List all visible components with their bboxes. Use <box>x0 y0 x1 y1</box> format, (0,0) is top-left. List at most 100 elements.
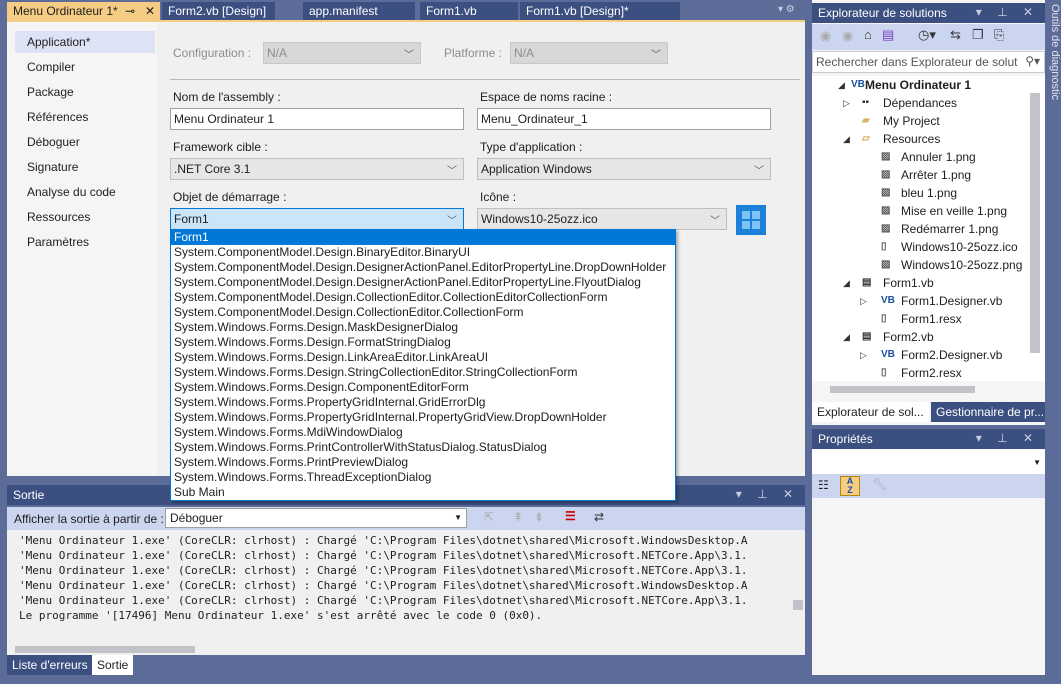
collapse-icon[interactable]: ◢ <box>838 76 845 94</box>
find-message-icon[interactable]: ⇱ <box>484 510 494 524</box>
tab-form1-design[interactable]: Form1.vb [Design]* <box>520 2 680 20</box>
tree-item[interactable]: ▨ Redémarrer 1.png <box>812 220 1027 238</box>
tree-item[interactable]: ◢ VB Menu Ordinateur 1 <box>812 76 1027 94</box>
tree-scrollbar[interactable] <box>1030 93 1040 353</box>
tree-item[interactable]: ▷ ▪▪ Dépendances <box>812 94 1027 112</box>
tree-item[interactable]: ▯ Form1.resx <box>812 310 1027 328</box>
collapse-icon[interactable]: ◢ <box>843 274 850 292</box>
nav-package[interactable]: Package <box>15 81 155 103</box>
tree-item[interactable]: ▨ Mise en veille 1.png <box>812 202 1027 220</box>
horizontal-scrollbar[interactable] <box>15 646 195 653</box>
startup-option[interactable]: System.ComponentModel.Design.DesignerAct… <box>171 275 675 290</box>
assembly-name-input[interactable]: Menu Ordinateur 1 <box>170 108 464 130</box>
pending-changes-icon[interactable]: ◷▾ <box>918 27 936 43</box>
nav-debug[interactable]: Déboguer <box>15 131 155 153</box>
property-pages-icon[interactable]: 🔧︎ <box>872 477 887 491</box>
startup-option[interactable]: System.Windows.Forms.PropertyGridInterna… <box>171 410 675 425</box>
tab-output[interactable]: Sortie <box>92 655 134 675</box>
startup-option[interactable]: System.ComponentModel.Design.BinaryEdito… <box>171 245 675 260</box>
nav-references[interactable]: Références <box>15 106 155 128</box>
back-icon[interactable]: ◉ <box>820 28 831 44</box>
startup-option[interactable]: Form1 <box>171 230 675 245</box>
vertical-scrollbar[interactable] <box>791 530 805 640</box>
panel-window-icons[interactable]: ▾ ⊥ ✕ <box>976 5 1039 19</box>
collapse-icon[interactable]: ◢ <box>843 130 850 148</box>
pin-icon[interactable]: ⊸ <box>125 4 135 18</box>
previous-message-icon[interactable]: ⇞ <box>513 510 523 524</box>
panel-window-icons[interactable]: ▾ ⊥ ✕ <box>736 487 799 501</box>
expand-icon[interactable]: ▷ <box>843 94 850 112</box>
tree-item[interactable]: ▯ Form2.resx <box>812 364 1027 382</box>
startup-option[interactable]: System.Windows.Forms.Design.LinkAreaEdit… <box>171 350 675 365</box>
home-icon[interactable]: ⌂ <box>864 27 872 42</box>
startup-option[interactable]: System.Windows.Forms.Design.StringCollec… <box>171 365 675 380</box>
startup-option[interactable]: System.Windows.Forms.Design.FormatString… <box>171 335 675 350</box>
close-icon[interactable]: ✕ <box>145 4 155 18</box>
startup-option[interactable]: System.Windows.Forms.PropertyGridInterna… <box>171 395 675 410</box>
diagnostic-tools-tab[interactable]: Outils de diagnostic <box>1047 4 1061 124</box>
tree-item-label: Resources <box>883 132 941 146</box>
tree-item[interactable]: ▷ VB Form2.Designer.vb <box>812 346 1027 364</box>
startup-object-select[interactable]: Form1 ﹀ <box>170 208 464 230</box>
tree-item[interactable]: ▷ VB Form1.Designer.vb <box>812 292 1027 310</box>
startup-option[interactable]: System.Windows.Forms.Design.ComponentEdi… <box>171 380 675 395</box>
collapse-icon[interactable]: ◢ <box>843 328 850 346</box>
output-source-select[interactable]: Déboguer ▼ <box>165 508 467 528</box>
icon-select[interactable]: Windows10-25ozz.ico ﹀ <box>477 208 727 230</box>
forward-icon[interactable]: ◉ <box>842 28 853 44</box>
tree-item[interactable]: ▨ Windows10-25ozz.png <box>812 256 1027 274</box>
nav-settings[interactable]: Paramètres <box>15 231 155 253</box>
object-select[interactable]: ▼ <box>812 450 1045 474</box>
framework-select[interactable]: .NET Core 3.1 ﹀ <box>170 158 464 180</box>
collapse-all-icon[interactable]: ❐ <box>972 27 984 43</box>
startup-option[interactable]: Sub Main <box>171 485 675 500</box>
tree-item[interactable]: ◢ ▱ Resources <box>812 130 1027 148</box>
tree-item[interactable]: ◢ ▤ Form2.vb <box>812 328 1027 346</box>
show-all-files-icon[interactable]: ⎘ <box>994 27 1004 43</box>
application-type-select[interactable]: Application Windows ﹀ <box>477 158 771 180</box>
startup-option[interactable]: System.ComponentModel.Design.DesignerAct… <box>171 260 675 275</box>
expand-icon[interactable]: ▷ <box>860 346 867 364</box>
startup-option[interactable]: System.ComponentModel.Design.CollectionE… <box>171 305 675 320</box>
tree-item[interactable]: ▰ My Project <box>812 112 1027 130</box>
tree-item[interactable]: ▨ bleu 1.png <box>812 184 1027 202</box>
startup-option[interactable]: System.Windows.Forms.Design.MaskDesigner… <box>171 320 675 335</box>
alphabetical-icon[interactable]: AZ <box>840 476 860 496</box>
tree-item[interactable]: ▨ Annuler 1.png <box>812 148 1027 166</box>
clear-all-icon[interactable]: ☰ <box>565 509 576 523</box>
word-wrap-icon[interactable]: ⇄ <box>594 510 604 524</box>
tab-form2-design[interactable]: Form2.vb [Design] <box>162 2 275 20</box>
tab-overflow-icon[interactable]: ▾ ⚙ <box>778 4 795 15</box>
tab-app-manifest[interactable]: app.manifest <box>303 2 415 20</box>
nav-application[interactable]: Application* <box>15 31 155 53</box>
startup-option[interactable]: System.Windows.Forms.PrintPreviewDialog <box>171 455 675 470</box>
solution-search-input[interactable]: Rechercher dans Explorateur de solut ⚲▾ <box>812 51 1045 73</box>
tab-error-list[interactable]: Liste d'erreurs <box>7 655 93 675</box>
tab-form1-vb[interactable]: Form1.vb <box>420 2 518 20</box>
startup-option[interactable]: System.Windows.Forms.PrintControllerWith… <box>171 440 675 455</box>
nav-code-analysis[interactable]: Analyse du code <box>15 181 155 203</box>
nav-signature[interactable]: Signature <box>15 156 155 178</box>
tree-item[interactable]: ▯ Windows10-25ozz.ico <box>812 238 1027 256</box>
tree-horizontal-scrollbar[interactable] <box>830 386 975 393</box>
image-icon: ▨ <box>881 169 891 180</box>
nav-resources[interactable]: Ressources <box>15 206 155 228</box>
startup-option[interactable]: System.Windows.Forms.MdiWindowDialog <box>171 425 675 440</box>
startup-option[interactable]: System.Windows.Forms.ThreadExceptionDial… <box>171 470 675 485</box>
switch-views-icon[interactable]: ▤ <box>882 27 894 43</box>
output-text[interactable]: 'Menu Ordinateur 1.exe' (CoreCLR: clrhos… <box>7 530 805 655</box>
nav-compiler[interactable]: Compiler <box>15 56 155 78</box>
sync-icon[interactable]: ⇆ <box>950 27 961 43</box>
startup-object-dropdown[interactable]: Form1 System.ComponentModel.Design.Binary… <box>170 229 676 501</box>
expand-icon[interactable]: ▷ <box>860 292 867 310</box>
next-message-icon[interactable]: ⇟ <box>534 510 544 524</box>
tab-package-manager[interactable]: Gestionnaire de pr... <box>931 402 1045 422</box>
startup-option[interactable]: System.ComponentModel.Design.CollectionE… <box>171 290 675 305</box>
categorized-icon[interactable]: ☷ <box>818 478 829 492</box>
tree-item[interactable]: ◢ ▤ Form1.vb <box>812 274 1027 292</box>
root-namespace-input[interactable]: Menu_Ordinateur_1 <box>477 108 771 130</box>
tree-item[interactable]: ▨ Arrêter 1.png <box>812 166 1027 184</box>
panel-window-icons[interactable]: ▾ ⊥ ✕ <box>976 431 1039 445</box>
tab-menu-ordinateur[interactable]: Menu Ordinateur 1* ⊸ ✕ <box>7 2 160 20</box>
tab-solution-explorer[interactable]: Explorateur de sol... <box>812 402 929 422</box>
